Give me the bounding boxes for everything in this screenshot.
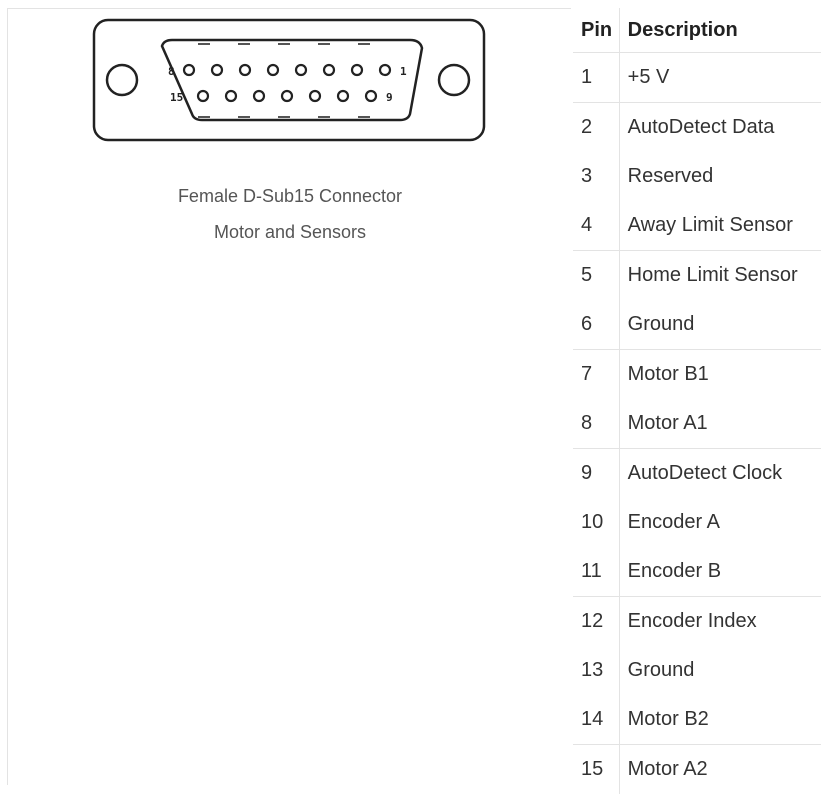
pin-description: Encoder Index (619, 597, 821, 647)
table-row: 10 Encoder A (573, 498, 821, 547)
pin-number: 2 (573, 103, 619, 153)
table-row: 6 Ground (573, 300, 821, 350)
pin-number: 13 (573, 646, 619, 695)
pin-number: 9 (573, 449, 619, 499)
pin-description: AutoDetect Data (619, 103, 821, 153)
table-row: 4 Away Limit Sensor (573, 201, 821, 251)
divider (7, 8, 8, 785)
table-row: 1 +5 V (573, 53, 821, 103)
table-row: 7 Motor B1 (573, 350, 821, 400)
pin-description: Encoder A (619, 498, 821, 547)
pin-number: 14 (573, 695, 619, 745)
connector-trapezoid (162, 40, 422, 120)
connector-shell (94, 20, 484, 140)
pin-description: Motor A1 (619, 399, 821, 449)
mounting-hole-right (439, 65, 469, 95)
pin-description: Encoder B (619, 547, 821, 597)
table-row: 13 Ground (573, 646, 821, 695)
table-row: 14 Motor B2 (573, 695, 821, 745)
connector-caption-title: Female D-Sub15 Connector (90, 186, 490, 207)
pin-number: 10 (573, 498, 619, 547)
pin-number: 11 (573, 547, 619, 597)
pin-number: 15 (573, 745, 619, 794)
pin-label-8: 8 (168, 65, 175, 78)
dsub15-connector-diagram: 8 1 15 9 (90, 16, 490, 146)
pin-label-15: 15 (170, 91, 183, 104)
pin-description: Motor B1 (619, 350, 821, 400)
pin-label-1: 1 (400, 65, 407, 78)
pin-number: 3 (573, 152, 619, 201)
table-row: 3 Reserved (573, 152, 821, 201)
pin-number: 4 (573, 201, 619, 251)
table-row: 9 AutoDetect Clock (573, 449, 821, 499)
table-row: 12 Encoder Index (573, 597, 821, 647)
pinout-table: Pin Description 1 +5 V 2 AutoDetect Data… (573, 8, 821, 794)
pin-description: Away Limit Sensor (619, 201, 821, 251)
pin-description: Motor B2 (619, 695, 821, 745)
column-header-pin: Pin (573, 8, 619, 53)
divider (7, 8, 571, 9)
pin-number: 7 (573, 350, 619, 400)
pin-description: Reserved (619, 152, 821, 201)
pin-number: 6 (573, 300, 619, 350)
pin-number: 8 (573, 399, 619, 449)
pin-description: Home Limit Sensor (619, 251, 821, 301)
pin-row-top (184, 65, 390, 75)
table-row: 11 Encoder B (573, 547, 821, 597)
table-row: 15 Motor A2 (573, 745, 821, 794)
pin-description: AutoDetect Clock (619, 449, 821, 499)
pin-row-bottom (198, 91, 376, 101)
pin-description: Ground (619, 300, 821, 350)
table-row: 2 AutoDetect Data (573, 103, 821, 153)
pin-description: Ground (619, 646, 821, 695)
pin-description: Motor A2 (619, 745, 821, 794)
pin-number: 12 (573, 597, 619, 647)
table-row: 5 Home Limit Sensor (573, 251, 821, 301)
pin-number: 1 (573, 53, 619, 103)
pin-description: +5 V (619, 53, 821, 103)
mounting-hole-left (107, 65, 137, 95)
connector-caption-subtitle: Motor and Sensors (90, 222, 490, 243)
column-header-description: Description (619, 8, 821, 53)
pin-label-9: 9 (386, 91, 393, 104)
table-row: 8 Motor A1 (573, 399, 821, 449)
pin-number: 5 (573, 251, 619, 301)
